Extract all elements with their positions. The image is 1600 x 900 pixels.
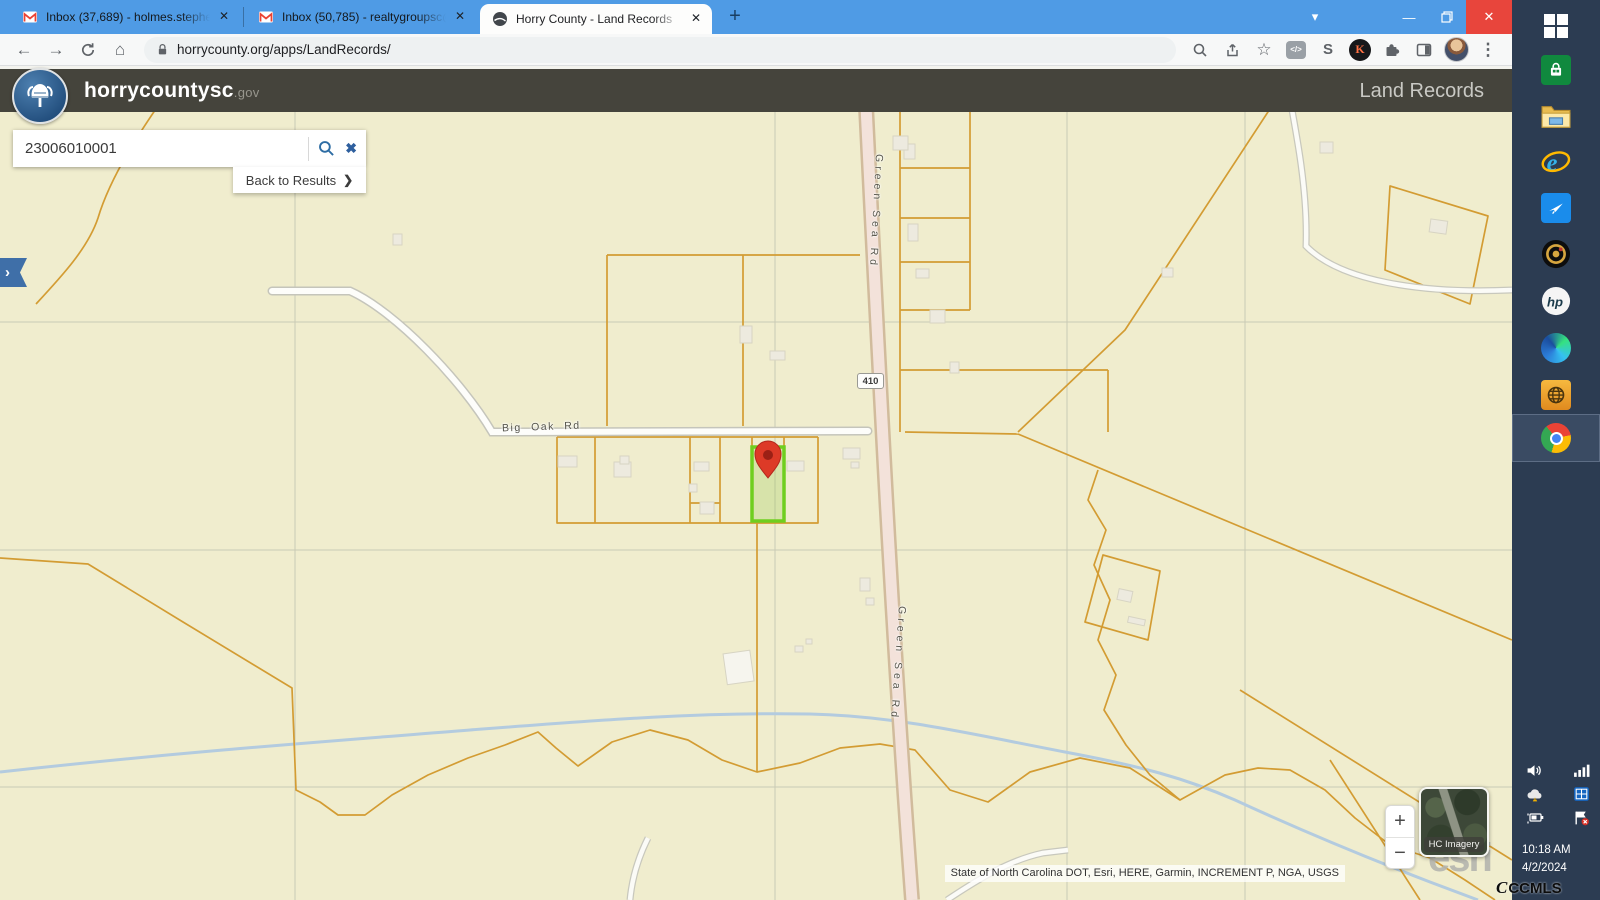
browser-toolbar: ← → ⌂ horrycounty.org/apps/LandRecords/ …	[0, 34, 1512, 66]
chrome-icon	[1541, 423, 1571, 453]
taskbar-item-store[interactable]	[1512, 48, 1600, 92]
browser-tab-strip: Inbox (37,689) - holmes.stephen ✕ Inbox …	[0, 0, 1512, 34]
window-controls: — ✕	[1390, 0, 1512, 34]
windows-taskbar: e hp	[1512, 0, 1600, 900]
tab-gmail-1[interactable]: Inbox (37,689) - holmes.stephen ✕	[10, 0, 240, 34]
tab-close-icon[interactable]: ✕	[688, 11, 704, 27]
minimize-button[interactable]: —	[1390, 0, 1428, 34]
tab-gmail-2[interactable]: Inbox (50,785) - realtygroupsc@g ✕	[246, 0, 476, 34]
action-center-flag-icon[interactable]	[1573, 810, 1590, 826]
taskbar-item-file-explorer[interactable]	[1512, 94, 1600, 138]
edge-icon	[1541, 333, 1571, 363]
svg-text:hp: hp	[1547, 295, 1563, 310]
microsoft-store-icon	[1541, 55, 1571, 85]
home-button[interactable]: ⌂	[106, 36, 134, 64]
url-text: horrycounty.org/apps/LandRecords/	[177, 42, 391, 57]
forward-button[interactable]: →	[42, 36, 70, 64]
reload-button[interactable]	[74, 36, 102, 64]
parcel-search-panel: ✖	[13, 130, 366, 167]
chevron-right-icon: ›	[5, 264, 10, 281]
map-canvas[interactable]	[0, 66, 1512, 900]
profile-avatar[interactable]	[1442, 36, 1470, 64]
tray-app-icon[interactable]	[1573, 786, 1590, 802]
taskbar-item-hp[interactable]: hp	[1512, 279, 1600, 323]
ccmls-logo-icon: C	[1496, 878, 1507, 897]
map-attribution: State of North Carolina DOT, Esri, HERE,…	[945, 865, 1345, 882]
taskbar-item-edge[interactable]	[1512, 326, 1600, 370]
site-brand: horrycountysc.gov	[84, 79, 260, 103]
search-icon-group: ✖	[308, 137, 366, 161]
globe-app-icon	[1541, 380, 1571, 410]
basemap-toggle[interactable]: HC Imagery	[1419, 787, 1489, 857]
page-title: Land Records	[1359, 80, 1484, 103]
s-extension-icon[interactable]: S	[1314, 36, 1342, 64]
route-410-shield: 410	[857, 373, 884, 389]
clear-search-icon[interactable]: ✖	[345, 140, 357, 157]
tab-title: Horry County - Land Records	[516, 12, 682, 26]
internet-explorer-icon: e	[1541, 147, 1571, 177]
search-icon[interactable]	[318, 140, 335, 157]
taskbar-item-chrome-active[interactable]	[1512, 414, 1600, 462]
ccmls-watermark: CCCMLS	[1496, 878, 1562, 898]
extensions-puzzle-icon[interactable]	[1378, 36, 1406, 64]
tab-close-icon[interactable]: ✕	[452, 9, 468, 25]
land-records-page: Big Oak Rd Green Sea Rd Green Sea Rd 410…	[0, 66, 1512, 900]
restore-icon	[1441, 11, 1453, 23]
basemap-label: HC Imagery	[1424, 837, 1484, 852]
site-brand-suffix: .gov	[234, 85, 260, 100]
taskbar-item-camera[interactable]	[1512, 232, 1600, 276]
lock-icon	[156, 42, 169, 57]
restore-button[interactable]	[1428, 0, 1466, 34]
county-logo[interactable]	[12, 68, 68, 124]
onedrive-warning-icon[interactable]	[1526, 786, 1544, 802]
browser-menu-kebab-icon[interactable]: ⋮	[1474, 36, 1502, 64]
file-explorer-icon	[1541, 103, 1571, 129]
start-button[interactable]	[1512, 4, 1600, 48]
map-zoom-control: + −	[1385, 805, 1415, 869]
gmail-icon	[258, 9, 274, 25]
address-bar[interactable]: horrycounty.org/apps/LandRecords/	[144, 37, 1176, 63]
zoom-out-button[interactable]: −	[1386, 838, 1414, 869]
tab-title: Inbox (50,785) - realtygroupsc@g	[282, 10, 446, 24]
tray-clock[interactable]: 10:18 AM	[1522, 844, 1571, 856]
taskbar-item-paperport[interactable]	[1512, 186, 1600, 230]
back-button[interactable]: ←	[10, 36, 38, 64]
share-icon[interactable]	[1218, 36, 1246, 64]
camera-lens-icon	[1541, 239, 1571, 269]
tab-separator	[243, 7, 244, 27]
reload-icon	[80, 42, 96, 58]
gmail-icon	[22, 9, 38, 25]
network-signal-icon[interactable]	[1573, 763, 1590, 778]
chevron-right-icon: ❯	[343, 173, 353, 187]
oak-tree-icon	[22, 78, 58, 114]
tab-close-icon[interactable]: ✕	[216, 9, 232, 25]
tray-date[interactable]: 4/2/2024	[1522, 862, 1567, 874]
tab-land-records[interactable]: Horry County - Land Records ✕	[480, 4, 712, 34]
volume-icon[interactable]	[1526, 763, 1543, 778]
site-header: horrycountysc.gov Land Records	[0, 66, 1512, 112]
back-to-results-link[interactable]: Back to Results ❯	[233, 167, 366, 193]
tab-title: Inbox (37,689) - holmes.stephen	[46, 10, 210, 24]
devtools-extension-icon[interactable]: </>	[1282, 36, 1310, 64]
taskbar-item-globe-app[interactable]	[1512, 373, 1600, 417]
parcel-search-input[interactable]	[13, 140, 308, 157]
back-to-results-label: Back to Results	[246, 173, 336, 188]
new-tab-button[interactable]: +	[722, 4, 748, 30]
hp-icon: hp	[1541, 286, 1571, 316]
close-button[interactable]: ✕	[1466, 0, 1512, 34]
side-panel-icon[interactable]	[1410, 36, 1438, 64]
tab-search-chevron-icon[interactable]: ▾	[1298, 0, 1332, 34]
globe-icon	[492, 11, 508, 27]
zoom-page-icon[interactable]	[1186, 36, 1214, 64]
windows-logo-icon	[1543, 13, 1569, 39]
paperport-rocket-icon	[1541, 193, 1571, 223]
battery-icon[interactable]	[1526, 810, 1544, 825]
taskbar-item-internet-explorer[interactable]: e	[1512, 140, 1600, 184]
zoom-in-button[interactable]: +	[1386, 806, 1414, 837]
bookmark-star-icon[interactable]: ☆	[1250, 36, 1278, 64]
k-extension-icon[interactable]: K	[1346, 36, 1374, 64]
screen: Inbox (37,689) - holmes.stephen ✕ Inbox …	[0, 0, 1600, 900]
